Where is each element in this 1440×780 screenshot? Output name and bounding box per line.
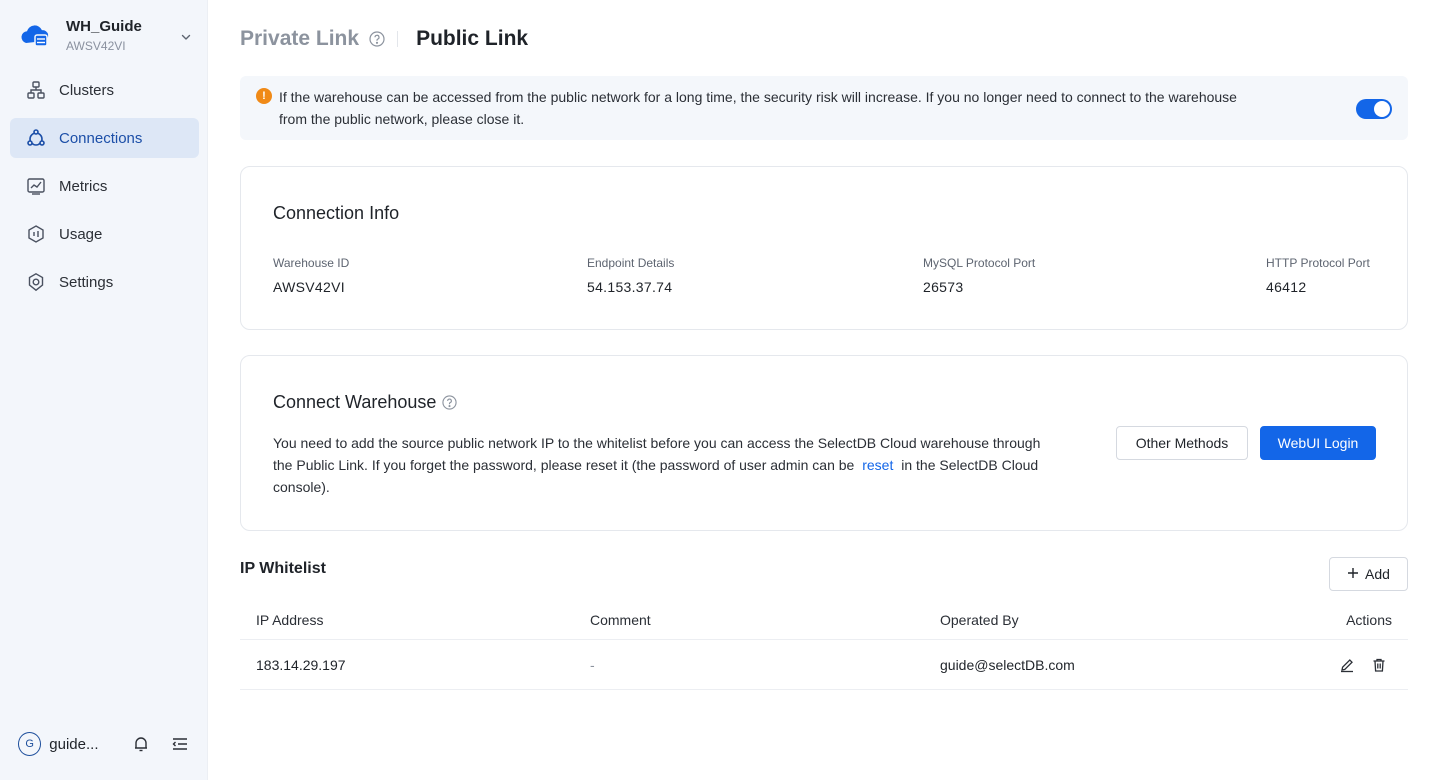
ip-whitelist-title: IP Whitelist (240, 560, 326, 577)
info-mysql-port: MySQL Protocol Port 26573 (923, 256, 1035, 295)
cell-comment: - (590, 656, 595, 673)
cloud-database-icon (20, 23, 50, 49)
add-ip-button[interactable]: Add (1329, 557, 1408, 591)
toggle-knob (1374, 101, 1390, 117)
cell-ip: 183.14.29.197 (256, 656, 346, 673)
add-button-label: Add (1365, 566, 1390, 582)
sidebar-item-label: Clusters (59, 81, 115, 99)
sidebar-item-metrics[interactable]: Metrics (10, 166, 199, 206)
usage-icon (26, 224, 46, 244)
help-icon[interactable] (442, 395, 458, 410)
table-row: 183.14.29.197 - guide@selectDB.com (240, 640, 1408, 690)
info-value: 46412 (1266, 279, 1307, 295)
other-methods-button[interactable]: Other Methods (1116, 426, 1248, 460)
info-endpoint: Endpoint Details 54.153.37.74 (587, 256, 674, 295)
connect-warehouse-title: Connect Warehouse (273, 392, 458, 413)
user-name[interactable]: guide... (49, 736, 107, 753)
collapse-menu-icon[interactable] (171, 734, 190, 754)
webui-login-button[interactable]: WebUI Login (1260, 426, 1376, 460)
sidebar-item-label: Connections (59, 129, 143, 147)
info-label: MySQL Protocol Port (923, 256, 1036, 270)
info-http-port: HTTP Protocol Port 46412 (1266, 256, 1370, 295)
workspace-id: AWSV42VI (66, 39, 126, 53)
tab-public-link[interactable]: Public Link (416, 27, 528, 51)
link-tabs: Private Link Public Link (240, 24, 528, 54)
workspace-text: WH_Guide AWSV42VI (66, 18, 180, 54)
tab-divider (397, 31, 399, 47)
trash-icon[interactable] (1370, 656, 1388, 674)
info-warehouse-id: Warehouse ID AWSV42VI (273, 256, 349, 295)
column-header-operated-by: Operated By (940, 611, 1019, 628)
avatar[interactable]: G (18, 732, 42, 756)
info-value: AWSV42VI (273, 279, 345, 295)
info-label: Endpoint Details (587, 256, 675, 270)
warning-icon: ! (256, 88, 272, 104)
sidebar-footer: G guide... (18, 731, 190, 757)
workspace-name: WH_Guide (66, 18, 142, 35)
table-header: IP Address Comment Operated By Actions (240, 600, 1408, 640)
column-header-comment: Comment (590, 611, 651, 628)
public-link-toggle[interactable] (1356, 99, 1392, 119)
info-label: HTTP Protocol Port (1266, 256, 1370, 270)
connect-warehouse-title-text: Connect Warehouse (273, 392, 437, 412)
workspace-switcher[interactable]: WH_Guide AWSV42VI (20, 16, 192, 56)
sidebar-item-usage[interactable]: Usage (10, 214, 199, 254)
info-value: 26573 (923, 279, 964, 295)
reset-password-link[interactable]: reset (862, 457, 893, 473)
settings-icon (26, 272, 46, 292)
plus-icon (1347, 567, 1359, 581)
chevron-down-icon[interactable] (180, 30, 192, 42)
connections-icon (26, 128, 46, 148)
sidebar-item-clusters[interactable]: Clusters (10, 70, 199, 110)
bell-icon[interactable] (131, 734, 150, 754)
sidebar-nav: Clusters Connections Metrics Usage Setti… (10, 70, 199, 310)
sidebar-item-connections[interactable]: Connections (10, 118, 199, 158)
ip-whitelist-table: IP Address Comment Operated By Actions 1… (240, 600, 1408, 690)
tab-private-link[interactable]: Private Link (240, 27, 359, 51)
sidebar-item-label: Usage (59, 225, 103, 243)
help-icon[interactable] (369, 31, 385, 47)
cell-operated-by: guide@selectDB.com (940, 656, 1075, 673)
connect-instructions: You need to add the source public networ… (273, 432, 1053, 498)
info-label: Warehouse ID (273, 256, 350, 270)
column-header-actions: Actions (1346, 611, 1392, 628)
connection-info-title: Connection Info (273, 203, 400, 223)
sidebar-item-label: Metrics (59, 177, 108, 195)
main-content: Private Link Public Link ! If the wareho… (240, 0, 1408, 780)
sidebar: WH_Guide AWSV42VI Clusters Connections M… (0, 0, 208, 780)
alert-text: If the warehouse can be accessed from th… (279, 89, 1237, 127)
connection-info-card: Connection Info Warehouse ID AWSV42VI En… (240, 166, 1408, 330)
sidebar-item-settings[interactable]: Settings (10, 262, 199, 302)
connect-warehouse-card: Connect Warehouse You need to add the so… (240, 355, 1408, 531)
security-alert: ! If the warehouse can be accessed from … (240, 76, 1408, 140)
column-header-ip: IP Address (256, 611, 324, 628)
info-value: 54.153.37.74 (587, 279, 673, 295)
cluster-icon (26, 80, 46, 100)
sidebar-item-label: Settings (59, 273, 114, 291)
edit-icon[interactable] (1338, 656, 1356, 674)
cell-actions (1280, 656, 1408, 674)
metrics-icon (26, 176, 46, 196)
